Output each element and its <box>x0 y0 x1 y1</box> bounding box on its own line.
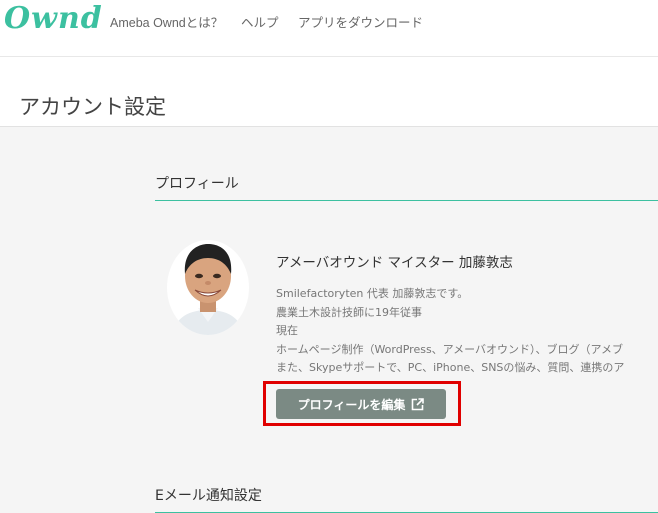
profile-description: Smilefactoryten 代表 加藤敦志です。 農業土木設計技師に19年従… <box>276 285 658 378</box>
profile-description-line: 現在 <box>276 324 298 337</box>
profile-section-title: プロフィール <box>155 173 658 201</box>
profile-description-line: Smilefactoryten 代表 加藤敦志です。 <box>276 287 469 300</box>
nav-download-app-link[interactable]: アプリをダウンロード <box>298 12 423 31</box>
profile-avatar <box>167 240 249 335</box>
ownd-logo[interactable]: Ownd <box>4 1 103 36</box>
top-navigation-bar: Ownd Ameba Owndとは？ ヘルプ アプリをダウンロード <box>0 0 658 57</box>
external-link-icon <box>412 397 425 410</box>
profile-description-line: また、Skypeサポートで、PC、iPhone、SNSの悩み、質問、連携のア <box>276 361 625 374</box>
edit-profile-button[interactable]: プロフィールを編集 <box>276 389 446 419</box>
page-title: アカウント設定 <box>19 95 166 120</box>
avatar-photo <box>167 240 249 335</box>
profile-description-line: 農業土木設計技師に19年従事 <box>276 305 422 319</box>
profile-description-line: ホームページ制作（WordPress、アメーバオウンド）、ブログ（アメブ <box>276 342 623 356</box>
profile-name: アメーバオウンド マイスター 加藤敦志 <box>276 255 513 271</box>
nav-help-link[interactable]: ヘルプ <box>241 12 279 31</box>
nav-about-link[interactable]: Ameba Owndとは？ <box>110 12 223 31</box>
page-header: アカウント設定 <box>0 57 658 127</box>
edit-profile-button-label: プロフィールを編集 <box>297 397 406 412</box>
